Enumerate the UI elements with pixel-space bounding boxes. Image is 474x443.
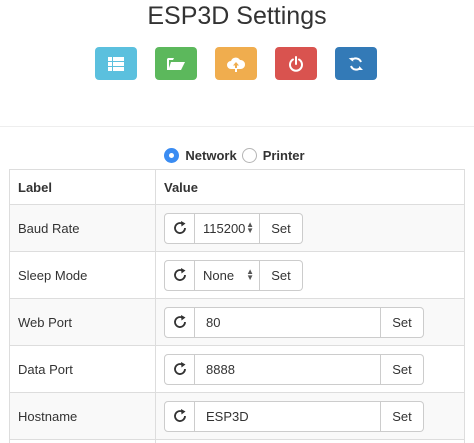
baud-rate-value: 115200 <box>203 220 246 236</box>
sleep-mode-value: None <box>203 267 235 283</box>
row-label: Sleep Mode <box>9 251 156 299</box>
baud-rate-control: 115200 ▲ ▼ Set <box>164 212 464 244</box>
list-icon <box>108 56 124 71</box>
data-port-refresh-button[interactable] <box>164 353 195 385</box>
network-radio-label: Network <box>185 147 237 163</box>
data-port-control: 8888 Set <box>164 353 464 385</box>
hostname-set-button[interactable]: Set <box>381 400 424 432</box>
column-header-value: Value <box>155 169 465 205</box>
table-row <box>9 439 465 443</box>
toolbar <box>0 47 474 81</box>
folder-open-icon <box>167 57 185 70</box>
row-label: Baud Rate <box>9 204 156 252</box>
row-value: ESP3D Set <box>155 392 465 440</box>
table-row: Baud Rate 115200 ▲ ▼ Set <box>9 204 465 252</box>
table-row: Data Port 8888 Set <box>9 345 465 393</box>
refresh-button[interactable] <box>335 47 377 80</box>
web-port-refresh-button[interactable] <box>164 306 195 338</box>
sleep-mode-set-button[interactable]: Set <box>260 259 303 291</box>
row-label <box>9 439 156 443</box>
power-icon <box>289 55 303 72</box>
refresh-icon <box>173 315 186 328</box>
sleep-mode-control: None ▲ ▼ Set <box>164 259 464 291</box>
web-port-control: 80 Set <box>164 306 464 338</box>
refresh-icon <box>173 221 186 234</box>
hostname-input[interactable]: ESP3D <box>195 400 381 432</box>
row-label: Hostname <box>9 392 156 440</box>
upload-button[interactable] <box>215 47 257 80</box>
web-port-set-button[interactable]: Set <box>381 306 424 338</box>
files-button[interactable] <box>155 47 197 80</box>
refresh-icon <box>348 56 363 71</box>
select-arrows-icon: ▲ ▼ <box>246 220 254 235</box>
refresh-icon <box>173 362 186 375</box>
table-row: Web Port 80 Set <box>9 298 465 346</box>
data-port-input[interactable]: 8888 <box>195 353 381 385</box>
refresh-icon <box>173 409 186 422</box>
sleep-mode-select[interactable]: None ▲ ▼ <box>195 259 260 291</box>
network-radio[interactable] <box>164 147 180 163</box>
network-radio-option[interactable]: Network <box>164 147 237 163</box>
row-value: 115200 ▲ ▼ Set <box>155 204 465 252</box>
refresh-icon <box>173 268 186 281</box>
power-button[interactable] <box>275 47 317 80</box>
web-port-input[interactable]: 80 <box>195 306 381 338</box>
baud-rate-refresh-button[interactable] <box>164 212 195 244</box>
row-value: 8888 Set <box>155 345 465 393</box>
table-header-row: Label Value <box>9 169 465 205</box>
baud-rate-select[interactable]: 115200 ▲ ▼ <box>195 212 260 244</box>
baud-rate-set-button[interactable]: Set <box>260 212 303 244</box>
divider <box>0 126 474 127</box>
sleep-mode-refresh-button[interactable] <box>164 259 195 291</box>
table-row: Hostname ESP3D Set <box>9 392 465 440</box>
settings-table: Label Value Baud Rate 115200 ▲ ▼ Set Sle… <box>9 169 465 443</box>
hostname-refresh-button[interactable] <box>164 400 195 432</box>
table-row: Sleep Mode None ▲ ▼ Set <box>9 251 465 299</box>
row-value: None ▲ ▼ Set <box>155 251 465 299</box>
list-button[interactable] <box>95 47 137 80</box>
settings-type-radio-group: Network Printer <box>0 145 474 165</box>
hostname-control: ESP3D Set <box>164 400 464 432</box>
select-arrows-icon: ▲ ▼ <box>246 267 254 282</box>
row-label: Data Port <box>9 345 156 393</box>
row-value: 80 Set <box>155 298 465 346</box>
page-title: ESP3D Settings <box>147 2 327 30</box>
printer-radio-option[interactable]: Printer <box>241 147 305 163</box>
printer-radio-label: Printer <box>262 147 305 163</box>
row-label: Web Port <box>9 298 156 346</box>
printer-radio[interactable] <box>241 147 257 163</box>
row-value <box>155 439 465 443</box>
cloud-upload-icon <box>227 57 246 72</box>
column-header-label: Label <box>9 169 156 205</box>
data-port-set-button[interactable]: Set <box>381 353 424 385</box>
